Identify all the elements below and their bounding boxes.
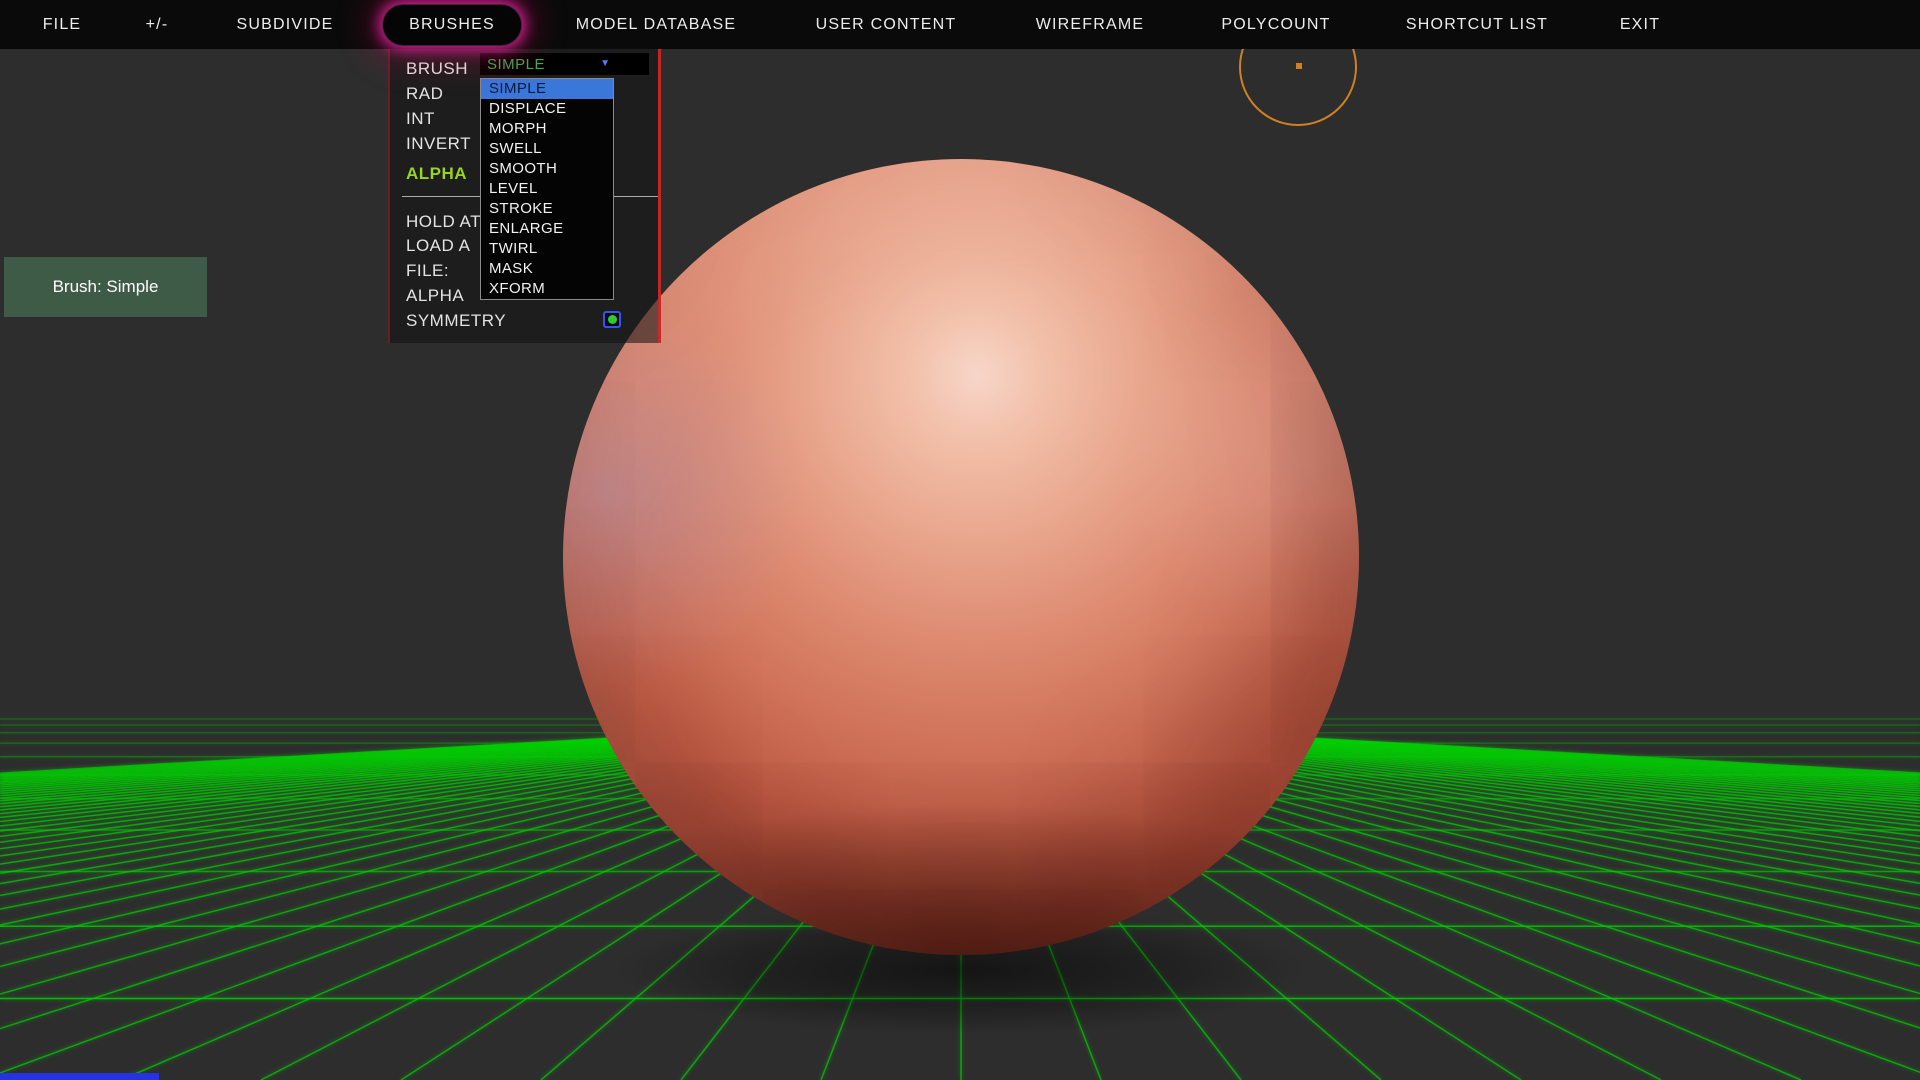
menu-bar: FILE +/- SUBDIVIDE BRUSHES MODEL DATABAS… bbox=[0, 0, 1920, 49]
menu-model-database[interactable]: MODEL DATABASE bbox=[576, 16, 737, 34]
symmetry-label: SYMMETRY bbox=[406, 311, 506, 331]
dropdown-option-morph[interactable]: MORPH bbox=[481, 119, 613, 139]
dropdown-option-displace[interactable]: DISPLACE bbox=[481, 99, 613, 119]
alpha-row-label: ALPHA bbox=[406, 286, 464, 306]
file-label: FILE: bbox=[406, 261, 449, 281]
brush-type-select[interactable]: SIMPLE ▼ bbox=[480, 53, 649, 75]
symmetry-checkbox-dot bbox=[608, 315, 617, 324]
brush-status-tooltip: Brush: Simple bbox=[4, 257, 207, 317]
dropdown-option-swell[interactable]: SWELL bbox=[481, 139, 613, 159]
brush-label: BRUSH bbox=[406, 59, 468, 79]
dropdown-option-xform[interactable]: XFORM bbox=[481, 279, 613, 299]
symmetry-checkbox[interactable] bbox=[603, 311, 621, 328]
invert-label: INVERT bbox=[406, 134, 471, 154]
dropdown-option-mask[interactable]: MASK bbox=[481, 259, 613, 279]
brush-dropdown-list: SIMPLEDISPLACEMORPHSWELLSMOOTHLEVELSTROK… bbox=[480, 78, 614, 300]
menu-brushes[interactable]: BRUSHES bbox=[382, 4, 522, 46]
select-arrow-icon: ▼ bbox=[600, 58, 610, 69]
load-alpha-label: LOAD A bbox=[406, 236, 470, 256]
brush-panel: BRUSH RAD INT INVERT ALPHA HOLD AT LOAD … bbox=[388, 49, 661, 343]
brush-cursor-dot bbox=[1296, 63, 1302, 69]
bottom-left-blue-bar[interactable] bbox=[0, 1073, 159, 1080]
app-window: FILE +/- SUBDIVIDE BRUSHES MODEL DATABAS… bbox=[0, 0, 1920, 1080]
model-sphere[interactable] bbox=[563, 159, 1359, 955]
brush-select-value: SIMPLE bbox=[487, 56, 545, 73]
menu-wireframe[interactable]: WIREFRAME bbox=[1036, 16, 1145, 34]
dropdown-option-smooth[interactable]: SMOOTH bbox=[481, 159, 613, 179]
viewport-3d[interactable] bbox=[0, 0, 1920, 1080]
dropdown-option-twirl[interactable]: TWIRL bbox=[481, 239, 613, 259]
menu-polycount[interactable]: POLYCOUNT bbox=[1221, 16, 1330, 34]
dropdown-option-stroke[interactable]: STROKE bbox=[481, 199, 613, 219]
menu-plus-minus[interactable]: +/- bbox=[146, 16, 169, 34]
dropdown-option-level[interactable]: LEVEL bbox=[481, 179, 613, 199]
menu-file[interactable]: FILE bbox=[43, 16, 82, 34]
brush-status-text: Brush: Simple bbox=[53, 277, 159, 297]
intensity-label: INT bbox=[406, 109, 435, 129]
menu-shortcut-list[interactable]: SHORTCUT LIST bbox=[1406, 16, 1548, 34]
menu-subdivide[interactable]: SUBDIVIDE bbox=[236, 16, 333, 34]
radius-label: RAD bbox=[406, 84, 443, 104]
alpha-button[interactable]: ALPHA bbox=[406, 164, 467, 184]
dropdown-option-simple[interactable]: SIMPLE bbox=[481, 79, 613, 99]
menu-exit[interactable]: EXIT bbox=[1620, 16, 1660, 34]
hold-alpha-label: HOLD AT bbox=[406, 212, 481, 232]
menu-user-content[interactable]: USER CONTENT bbox=[816, 16, 957, 34]
dropdown-option-enlarge[interactable]: ENLARGE bbox=[481, 219, 613, 239]
